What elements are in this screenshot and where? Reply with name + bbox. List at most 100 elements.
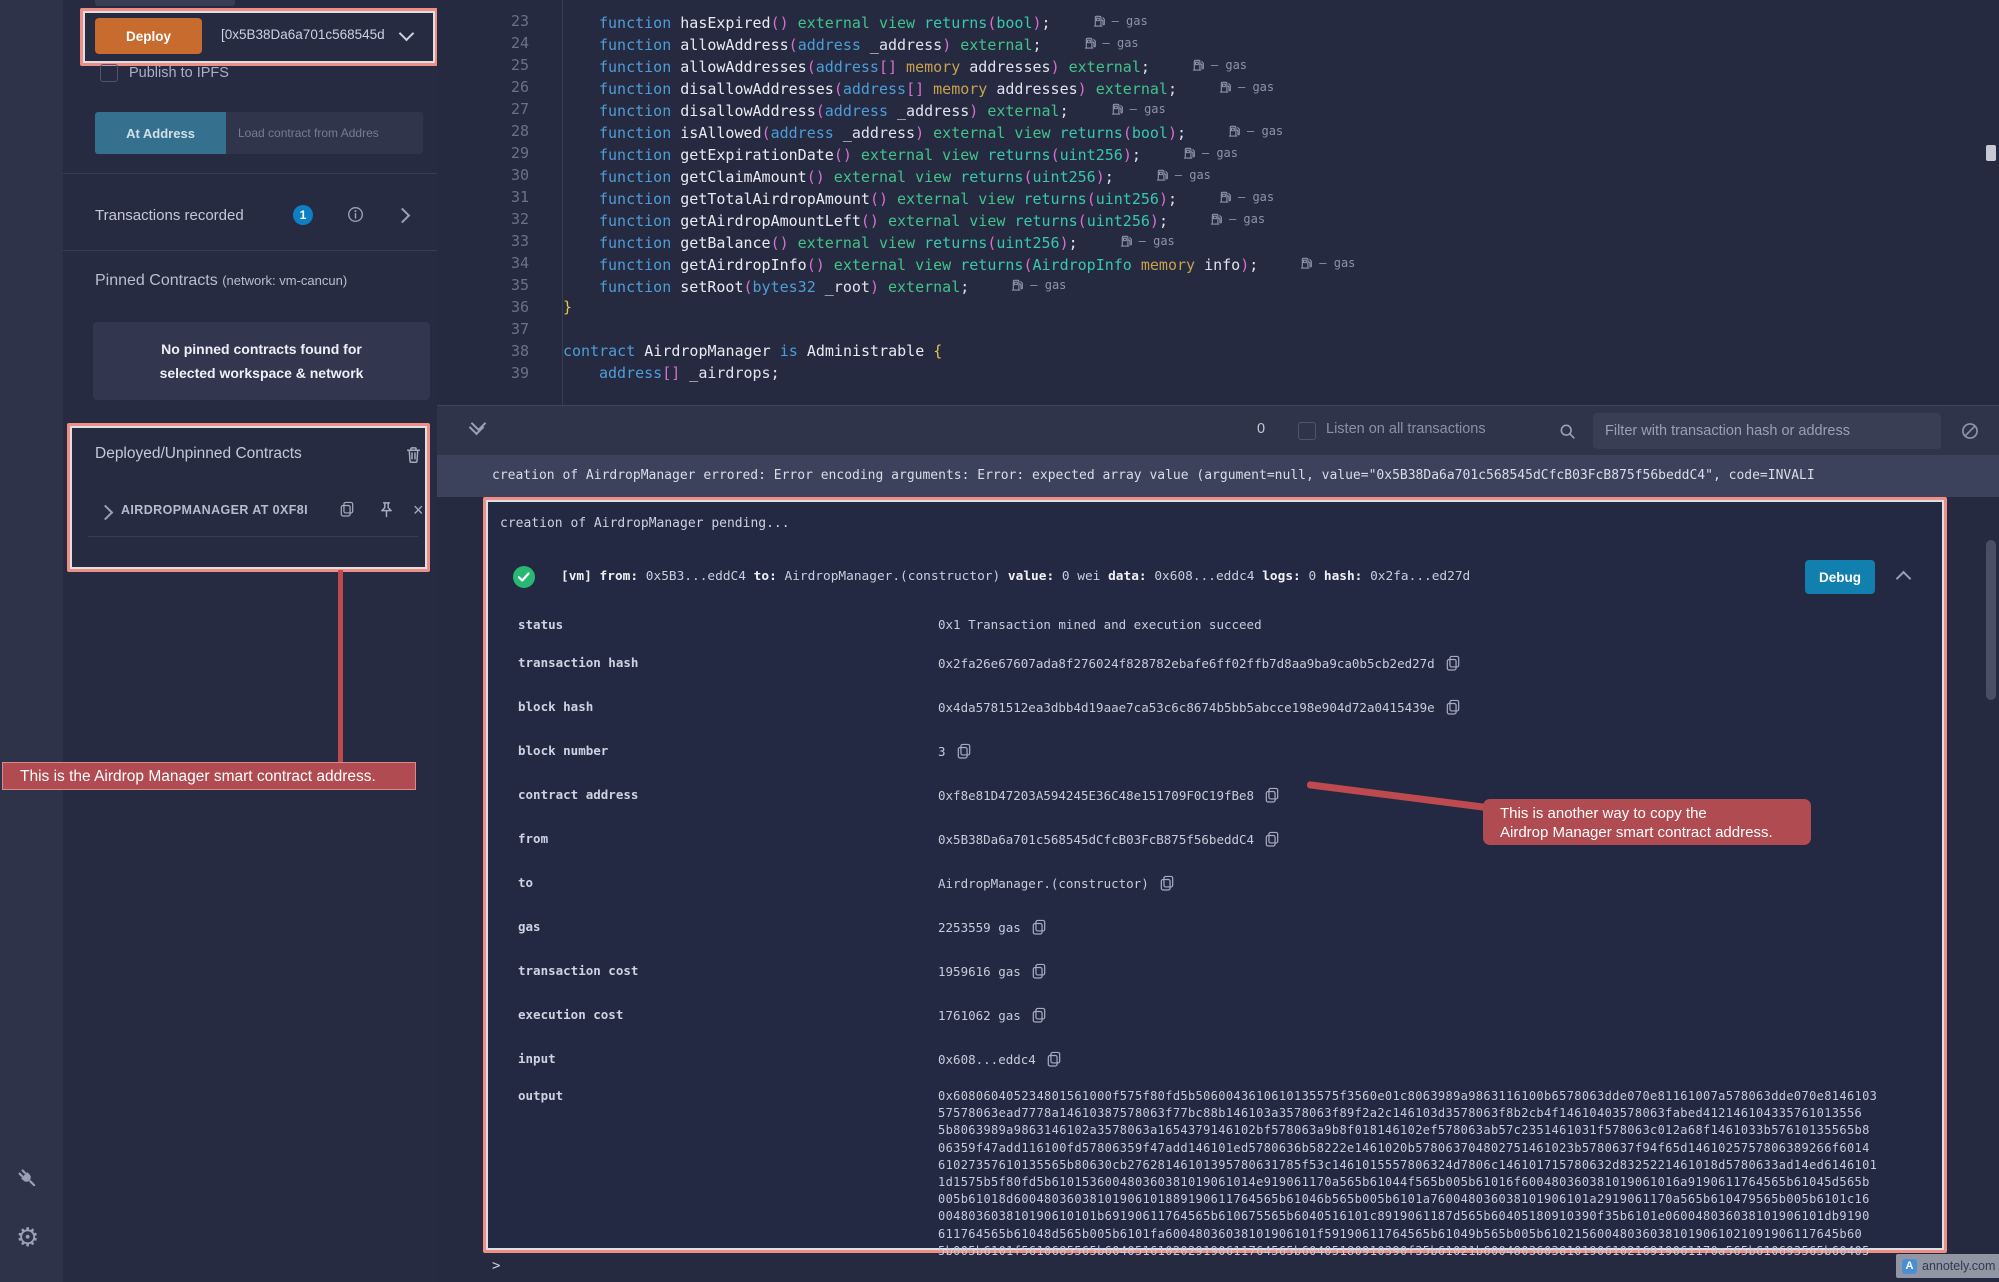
line-number: 31: [437, 186, 529, 208]
line-number: 36: [437, 296, 529, 318]
copy-icon[interactable]: [1032, 919, 1046, 935]
info-icon[interactable]: [347, 206, 364, 223]
publish-to-ipfs-row[interactable]: Publish to IPFS: [100, 64, 229, 82]
code-editor[interactable]: 23function hasExpired() external view re…: [437, 0, 1999, 405]
tx-field-value: 1761062 gas: [938, 1007, 1046, 1023]
copy-icon[interactable]: [1032, 1007, 1046, 1023]
at-address-input[interactable]: [226, 112, 423, 154]
deploy-highlight-box: Deploy [0x5B38Da6a701c568545d: [80, 8, 438, 66]
code-line: 34function getAirdropInfo() external vie…: [437, 252, 1999, 274]
publish-checkbox[interactable]: [100, 64, 118, 82]
tx-field-value: 0x2fa26e67607ada8f276024f828782ebafe6ff0…: [938, 655, 1460, 671]
gas-estimate: – gas: [1300, 252, 1355, 274]
line-number: 28: [437, 120, 529, 142]
gas-pump-icon: [1300, 256, 1313, 270]
line-number: 24: [437, 32, 529, 54]
code-text: function setRoot(bytes32 _root) external…: [529, 274, 1066, 296]
code-text: function isAllowed(address _address) ext…: [529, 120, 1283, 142]
tx-field-value: 0x608...eddc4: [938, 1051, 1061, 1067]
code-text: function disallowAddresses(address[] mem…: [529, 76, 1274, 98]
gas-pump-icon: [1192, 58, 1205, 72]
tx-field-label: block number: [518, 743, 608, 758]
tx-field-label: input: [518, 1051, 556, 1066]
code-text: function getBalance() external view retu…: [529, 230, 1175, 252]
code-text: function hasExpired() external view retu…: [529, 10, 1148, 32]
terminal-prompt[interactable]: >: [492, 1258, 500, 1274]
copy-icon[interactable]: [1446, 699, 1460, 715]
code-text: function getAirdropAmountLeft() external…: [529, 208, 1265, 230]
line-number: 34: [437, 252, 529, 274]
expand-chevron-icon[interactable]: [98, 505, 114, 521]
pin-icon[interactable]: [378, 501, 395, 519]
tx-field-value: 0x5B38Da6a701c568545dCfcB03FcB875f56bedd…: [938, 831, 1279, 847]
network-label: (network: vm-cancun): [222, 273, 347, 288]
code-line: 25function allowAddresses(address[] memo…: [437, 54, 1999, 76]
deployed-contracts-highlight-box: Deployed/Unpinned Contracts AIRDROPMANAG…: [67, 423, 430, 572]
copy-icon[interactable]: [1265, 787, 1279, 803]
trash-icon[interactable]: [405, 446, 422, 464]
gas-pump-icon: [1093, 14, 1106, 28]
gas-estimate: – gas: [1192, 54, 1247, 76]
copy-icon[interactable]: [1446, 655, 1460, 671]
annotation-right-label: This is another way to copy the Airdrop …: [1483, 799, 1811, 845]
tx-field-label: gas: [518, 919, 541, 934]
divider: [63, 173, 437, 174]
watermark-badge: A annotely.com: [1896, 1254, 1999, 1278]
chevron-down-icon[interactable]: [399, 26, 415, 42]
copy-icon[interactable]: [1160, 875, 1174, 891]
line-number: 37: [437, 318, 529, 340]
plugin-manager-icon[interactable]: [15, 1166, 41, 1192]
code-line: 33function getBalance() external view re…: [437, 230, 1999, 252]
code-text: function disallowAddress(address _addres…: [529, 98, 1166, 120]
deployed-contract-item[interactable]: AIRDROPMANAGER AT 0XF8I ×: [70, 498, 427, 526]
code-text: address[] _airdrops;: [529, 362, 780, 384]
line-number: 27: [437, 98, 529, 120]
gas-pump-icon: [1219, 190, 1232, 204]
listen-all-checkbox[interactable]: [1298, 422, 1316, 440]
copy-icon[interactable]: [1265, 831, 1279, 847]
transaction-filter-input[interactable]: [1593, 413, 1941, 449]
code-line: 31function getTotalAirdropAmount() exter…: [437, 186, 1999, 208]
publish-label: Publish to IPFS: [129, 65, 229, 81]
copy-icon[interactable]: [1032, 963, 1046, 979]
line-number: 35: [437, 274, 529, 296]
gas-estimate: – gas: [1183, 142, 1238, 164]
terminal-toolbar: 0 Listen on all transactions: [437, 405, 1999, 456]
code-text: function getExpirationDate() external vi…: [529, 142, 1238, 164]
transactions-recorded-row: Transactions recorded 1: [63, 200, 437, 234]
tx-field-label: contract address: [518, 787, 638, 802]
tx-field-value: 3: [938, 743, 971, 759]
copy-icon[interactable]: [340, 501, 354, 517]
gas-pump-icon: [1183, 146, 1196, 160]
copy-icon[interactable]: [957, 743, 971, 759]
tx-field-label: status: [518, 617, 563, 632]
annotation-left-label: This is the Airdrop Manager smart contra…: [2, 762, 416, 790]
line-number: 23: [437, 10, 529, 32]
tx-field-value: AirdropManager.(constructor): [938, 875, 1174, 891]
at-address-button[interactable]: At Address: [95, 112, 226, 154]
code-text: function allowAddress(address _address) …: [529, 32, 1139, 54]
tx-field-value: 0x1 Transaction mined and execution succ…: [938, 617, 1262, 632]
code-text: }: [529, 296, 572, 318]
transaction-highlight-box: creation of AirdropManager pending... [v…: [483, 497, 1947, 1253]
listen-count: 0: [1257, 421, 1265, 437]
gas-pump-icon: [1084, 36, 1097, 50]
code-line: 36}: [437, 296, 1999, 318]
search-icon[interactable]: [1559, 423, 1576, 440]
gas-estimate: – gas: [1228, 120, 1283, 142]
chevron-right-icon[interactable]: [395, 208, 411, 224]
gas-pump-icon: [1111, 102, 1124, 116]
constructor-args-value[interactable]: [0x5B38Da6a701c568545d: [221, 27, 385, 42]
gas-pump-icon: [1156, 168, 1169, 182]
close-icon[interactable]: ×: [413, 498, 424, 522]
copy-icon[interactable]: [1047, 1051, 1061, 1067]
gas-estimate: – gas: [1156, 164, 1211, 186]
tx-field-value: 0x4da5781512ea3dbb4d19aae7ca53c6c8674b5b…: [938, 699, 1460, 715]
collapse-terminal-icon[interactable]: [471, 420, 484, 438]
annotely-logo-icon: A: [1902, 1259, 1917, 1274]
terminal-scrollbar-thumb[interactable]: [1986, 540, 1996, 700]
editor-scrollbar-thumb[interactable]: [1986, 145, 1996, 161]
deploy-button[interactable]: Deploy: [95, 18, 202, 54]
settings-gear-icon[interactable]: ⚙: [16, 1224, 39, 1250]
clear-console-icon[interactable]: [1961, 422, 1979, 440]
